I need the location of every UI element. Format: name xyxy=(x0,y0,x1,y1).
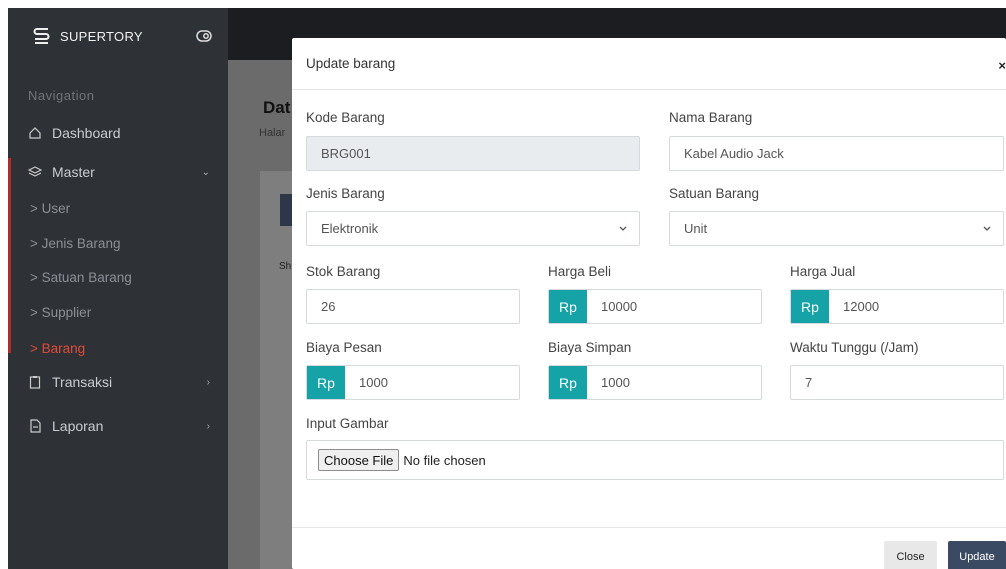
waktu-tunggu-field[interactable]: 7 xyxy=(790,365,1004,400)
sidebar-item-laporan[interactable]: Laporan › xyxy=(28,418,218,434)
file-input: Choose File No file chosen xyxy=(306,440,1004,480)
chevron-down-icon xyxy=(981,222,993,234)
waktu-tunggu-label: Waktu Tunggu (/Jam) xyxy=(790,340,919,355)
jenis-barang-value: Elektronik xyxy=(321,221,379,236)
chevron-right-icon: › xyxy=(206,376,210,388)
harga-beli-value: 10000 xyxy=(601,299,638,314)
chevron-down-icon: ⌄ xyxy=(201,166,210,178)
biaya-pesan-value: 1000 xyxy=(359,375,388,390)
sidebar-item-label: Laporan xyxy=(52,418,104,434)
sidebar-item-transaksi[interactable]: Transaksi › xyxy=(28,374,218,390)
harga-beli-field[interactable]: Rp 10000 xyxy=(548,289,762,324)
currency-addon: Rp xyxy=(791,290,829,323)
update-barang-modal: Update barang × Kode Barang BRG001 Nama … xyxy=(292,38,1006,569)
page-title: Dat xyxy=(263,98,291,117)
show-entries-label: Sh xyxy=(279,261,292,272)
sidebar-toggle-icon[interactable] xyxy=(196,29,212,43)
home-icon xyxy=(28,126,42,140)
brand-name: SUPERTORY xyxy=(60,28,143,44)
modal-title: Update barang xyxy=(306,56,396,71)
jenis-barang-label: Jenis Barang xyxy=(306,186,385,201)
chevron-right-icon: › xyxy=(206,420,210,432)
sidebar-item-label: Master xyxy=(52,164,95,180)
nav-title: Navigation xyxy=(28,88,95,103)
close-icon[interactable]: × xyxy=(998,58,1006,73)
brand[interactable]: SUPERTORY xyxy=(8,8,228,64)
biaya-simpan-value: 1000 xyxy=(601,375,630,390)
biaya-pesan-field[interactable]: Rp 1000 xyxy=(306,365,520,400)
input-gambar-label: Input Gambar xyxy=(306,416,389,431)
currency-addon: Rp xyxy=(549,290,587,323)
nama-barang-label: Nama Barang xyxy=(669,110,753,125)
update-button[interactable]: Update xyxy=(948,541,1006,569)
sidebar-subitem-jenis-barang[interactable]: > Jenis Barang xyxy=(30,236,120,251)
harga-beli-label: Harga Beli xyxy=(548,264,612,279)
choose-file-button[interactable]: Choose File xyxy=(318,449,400,471)
chevron-down-icon xyxy=(617,222,629,234)
breadcrumb: Halar xyxy=(259,127,286,139)
satuan-barang-value: Unit xyxy=(684,221,708,236)
sidebar-item-dashboard[interactable]: Dashboard xyxy=(28,125,218,141)
sidebar-item-label: Dashboard xyxy=(52,125,121,141)
clipboard-icon xyxy=(28,375,42,389)
nama-barang-field[interactable]: Kabel Audio Jack xyxy=(669,136,1004,171)
modal-footer-divider xyxy=(292,527,1006,528)
biaya-simpan-field[interactable]: Rp 1000 xyxy=(548,365,762,400)
kode-barang-label: Kode Barang xyxy=(306,110,385,125)
close-button[interactable]: Close xyxy=(884,541,937,569)
sidebar-subitem-satuan-barang[interactable]: > Satuan Barang xyxy=(30,270,132,285)
no-file-text: No file chosen xyxy=(403,452,486,468)
currency-addon: Rp xyxy=(549,366,587,399)
harga-jual-field[interactable]: Rp 12000 xyxy=(790,289,1004,324)
sidebar-item-label: Transaksi xyxy=(52,374,113,390)
harga-jual-label: Harga Jual xyxy=(790,264,856,279)
sidebar-subitem-supplier[interactable]: > Supplier xyxy=(30,305,91,320)
jenis-barang-select[interactable]: Elektronik xyxy=(306,211,640,246)
sidebar: SUPERTORY Navigation Dashboard Master ⌄ … xyxy=(8,8,228,569)
currency-addon: Rp xyxy=(307,366,345,399)
biaya-simpan-label: Biaya Simpan xyxy=(548,340,632,355)
layers-icon xyxy=(28,165,42,179)
satuan-barang-label: Satuan Barang xyxy=(669,186,760,201)
file-icon xyxy=(28,419,42,433)
sidebar-subitem-barang[interactable]: > Barang xyxy=(30,341,85,356)
biaya-pesan-label: Biaya Pesan xyxy=(306,340,382,355)
app-frame: SUPERTORY Navigation Dashboard Master ⌄ … xyxy=(8,8,1006,569)
supertory-logo-icon xyxy=(32,27,52,45)
satuan-barang-select[interactable]: Unit xyxy=(669,211,1004,246)
stok-barang-field[interactable]: 26 xyxy=(306,289,520,324)
harga-jual-value: 12000 xyxy=(843,299,880,314)
modal-header: Update barang × xyxy=(292,38,1006,90)
sidebar-item-master[interactable]: Master ⌄ xyxy=(28,164,218,180)
kode-barang-field: BRG001 xyxy=(306,136,640,171)
stok-barang-label: Stok Barang xyxy=(306,264,381,279)
sidebar-subitem-user[interactable]: > User xyxy=(30,201,70,216)
